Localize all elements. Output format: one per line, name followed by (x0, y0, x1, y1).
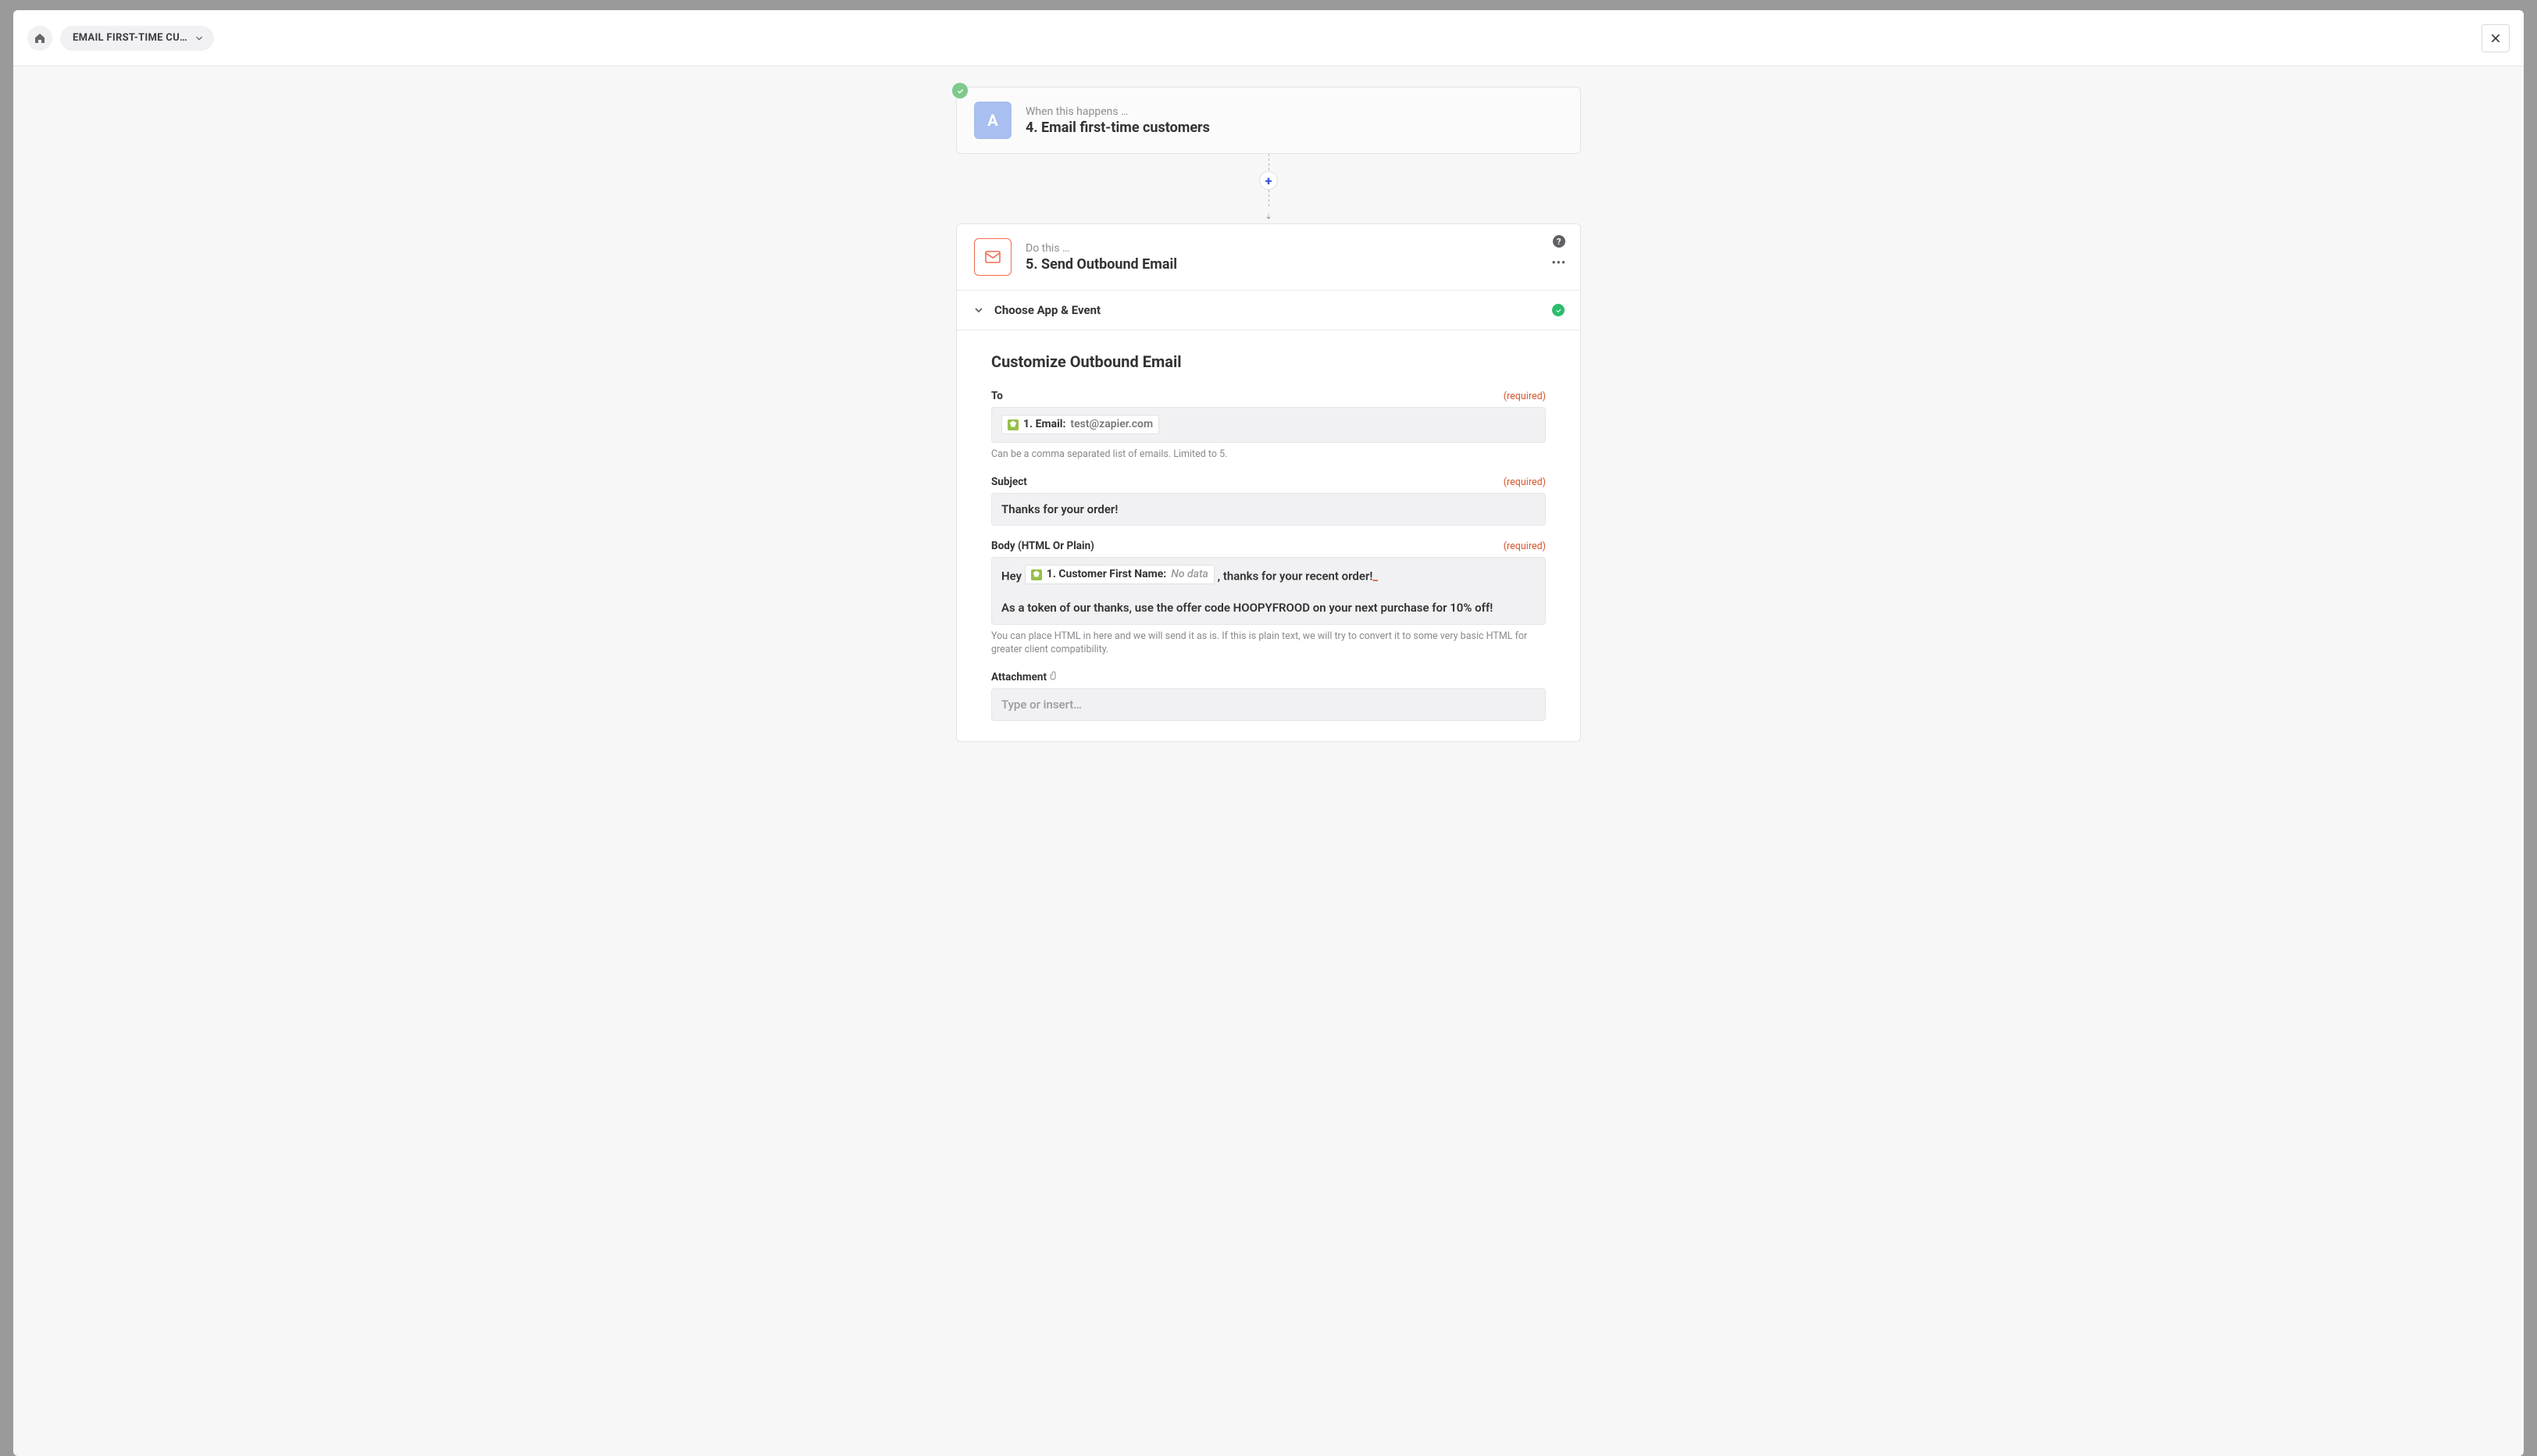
body-pill-value: No data (1171, 566, 1208, 583)
topbar: EMAIL FIRST-TIME CU… (13, 10, 2524, 66)
form-title: Customize Outbound Email (991, 352, 1546, 371)
trigger-badge-letter: A (987, 111, 997, 130)
action-title: 5. Send Outbound Email (1026, 256, 1177, 273)
attachment-input[interactable]: Type or insert… (991, 688, 1546, 722)
field-to-label: To (991, 390, 1003, 402)
add-step-button[interactable]: + (1259, 171, 1278, 190)
field-body: Body (HTML Or Plain) (required) Hey 1. C… (991, 540, 1546, 657)
field-attachment-label: Attachment (991, 671, 1058, 683)
section-complete-icon (1552, 304, 1565, 316)
paperclip-icon (1049, 671, 1058, 683)
more-menu-button[interactable]: ••• (1551, 257, 1566, 269)
field-attachment: Attachment Type or insert… (991, 671, 1546, 722)
field-subject-required: (required) (1504, 476, 1546, 488)
step-connector: + (1259, 154, 1278, 223)
action-step-header[interactable]: Do this … 5. Send Outbound Email ? ••• (957, 224, 1580, 290)
home-icon (34, 32, 46, 45)
subject-value: Thanks for your order! (1001, 502, 1118, 516)
field-subject-label: Subject (991, 476, 1027, 488)
action-step: Do this … 5. Send Outbound Email ? ••• C… (956, 223, 1581, 742)
attachment-placeholder: Type or insert… (1001, 698, 1082, 712)
trigger-title: 4. Email first-time customers (1026, 120, 1210, 136)
mail-icon (983, 248, 1002, 266)
choose-app-event-section[interactable]: Choose App & Event (957, 290, 1580, 330)
to-pill-label: 1. Email: (1023, 416, 1065, 433)
trigger-step[interactable]: A When this happens … 4. Email first-tim… (956, 87, 1581, 154)
field-subject: Subject (required) Thanks for your order… (991, 476, 1546, 526)
text-cursor: _ (1372, 569, 1378, 583)
chevron-down-icon (972, 304, 985, 316)
breadcrumb-pill[interactable]: EMAIL FIRST-TIME CU… (60, 26, 214, 51)
field-body-label: Body (HTML Or Plain) (991, 540, 1094, 552)
shopify-icon (1008, 419, 1019, 430)
body-help: You can place HTML in here and we will s… (991, 630, 1546, 657)
action-app-icon (974, 238, 1012, 276)
trigger-hint: When this happens … (1026, 105, 1210, 118)
home-button[interactable] (27, 26, 52, 51)
status-check-icon (952, 83, 968, 98)
body-line1-post: , thanks for your recent order! (1218, 569, 1373, 583)
field-body-required: (required) (1504, 541, 1546, 552)
body-line1-pre: Hey (1001, 569, 1022, 583)
body-line2: As a token of our thanks, use the offer … (1001, 599, 1536, 617)
trigger-app-icon: A (974, 102, 1012, 139)
field-to-required: (required) (1504, 391, 1546, 402)
editor-modal: EMAIL FIRST-TIME CU… A When this (13, 10, 2524, 1456)
body-pill-label: 1. Customer First Name: (1047, 566, 1166, 583)
close-button[interactable] (2482, 24, 2510, 52)
action-hint: Do this … (1026, 242, 1177, 255)
body-input[interactable]: Hey 1. Customer First Name: No data , th… (991, 557, 1546, 625)
shopify-icon (1031, 569, 1042, 580)
body-token-pill[interactable]: 1. Customer First Name: No data (1025, 565, 1215, 584)
to-token-pill[interactable]: 1. Email: test@zapier.com (1001, 415, 1159, 434)
chevron-down-icon (194, 33, 205, 44)
arrow-down-icon (1265, 209, 1272, 223)
close-icon (2489, 32, 2502, 45)
breadcrumb-label: EMAIL FIRST-TIME CU… (73, 32, 187, 44)
subject-input[interactable]: Thanks for your order! (991, 493, 1546, 526)
to-input[interactable]: 1. Email: test@zapier.com (991, 407, 1546, 443)
help-icon[interactable]: ? (1553, 235, 1565, 248)
to-help: Can be a comma separated list of emails.… (991, 448, 1546, 462)
field-to: To (required) 1. Email: test@zapier.com … (991, 390, 1546, 462)
canvas: A When this happens … 4. Email first-tim… (13, 66, 2524, 1456)
section-label: Choose App & Event (994, 303, 1101, 317)
to-pill-value: test@zapier.com (1070, 416, 1153, 433)
customize-form: Customize Outbound Email To (required) 1… (957, 330, 1580, 741)
